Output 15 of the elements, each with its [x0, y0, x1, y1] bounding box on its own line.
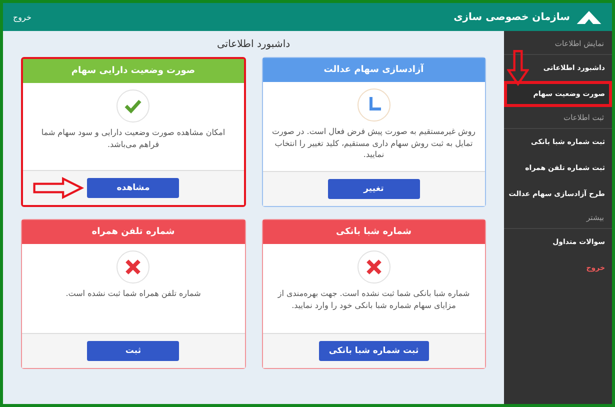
card-title: آزادسازی سهام عدالت — [262, 58, 485, 82]
card-title: شماره تلفن همراه — [22, 220, 244, 244]
card-action-button[interactable]: ثبت شماره شبا بانکی — [318, 341, 429, 361]
page-title: داشبورد اطلاعاتی — [216, 38, 292, 52]
card-description: شماره شبا بانکی شما ثبت نشده است. جهت بهره‌مندی از مزایای سهام شماره شبا بانکی خود را وارد نمایید. — [276, 288, 471, 312]
card-action-button[interactable]: مشاهده — [87, 178, 180, 198]
card-title: شماره شبا بانکی — [262, 220, 485, 244]
card-action-button[interactable]: ثبت — [87, 341, 180, 361]
card-description: شماره تلفن همراه شما ثبت نشده است. — [66, 288, 201, 300]
logout-link[interactable]: خروج — [13, 12, 32, 22]
card-description: امکان مشاهده صورت وضعیت دارایی و سود سهام شما فراهم می‌باشد. — [40, 127, 226, 150]
site-title: سازمان خصوصی سازی — [454, 12, 570, 22]
card-action-button[interactable]: تغییر — [328, 179, 420, 199]
card-title: صورت وضعیت دارایی سهام — [23, 59, 244, 83]
card-description: روش غیرمستقیم به صورت پیش فرض فعال است. در صورت تمایل به ثبت روش سهام داری مستقیم، کلید تغییر را انتخاب نمایید. — [270, 126, 477, 161]
